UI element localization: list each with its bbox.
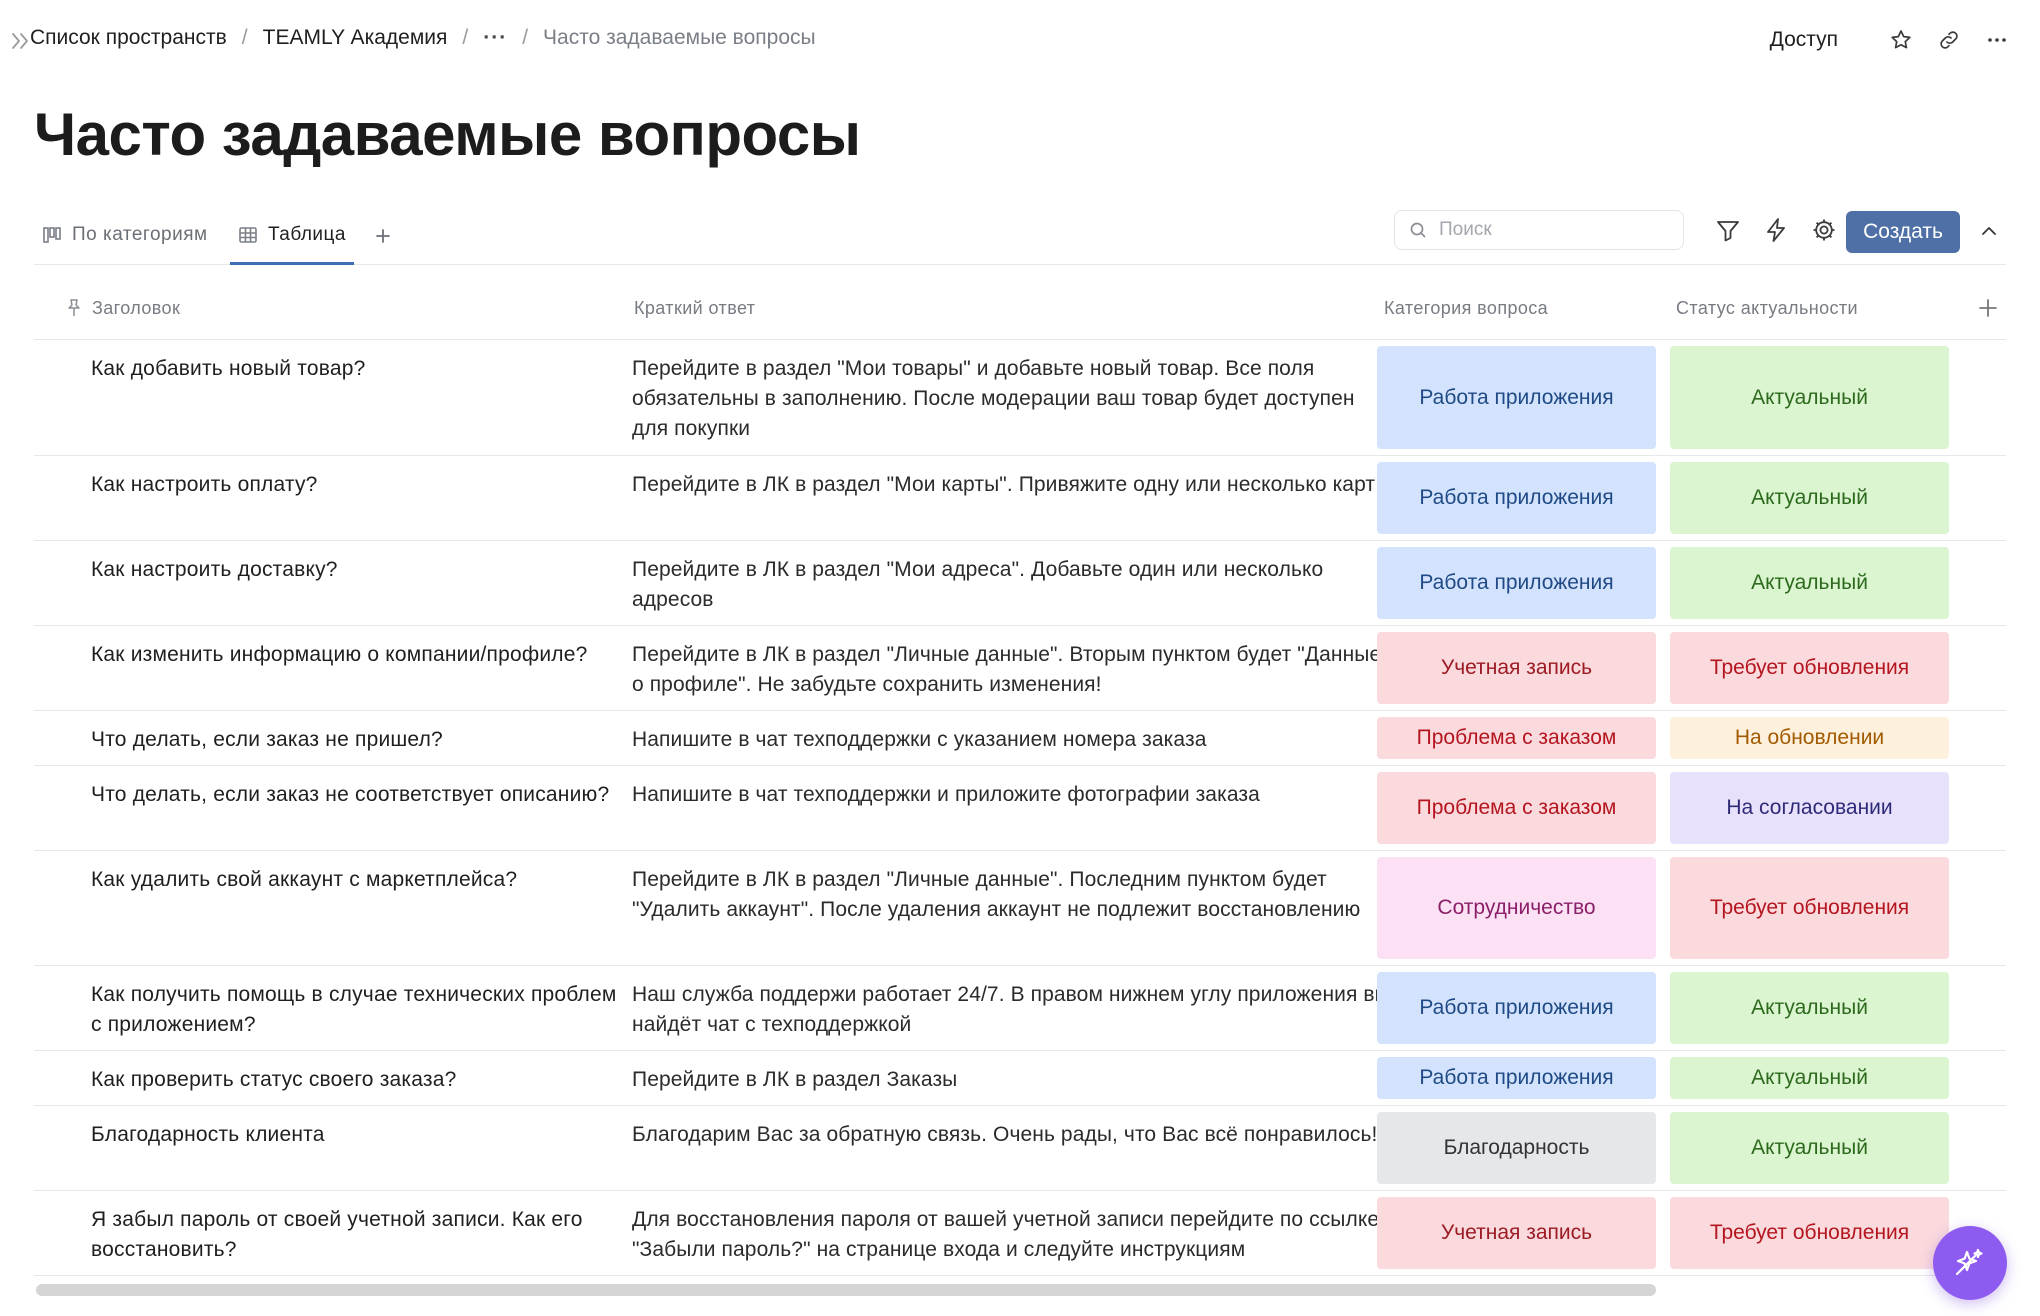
- table-row[interactable]: Как изменить информацию о компании/профи…: [34, 626, 2006, 711]
- status-tag[interactable]: Требует обновления: [1670, 1197, 1949, 1269]
- search-input[interactable]: [1437, 218, 1671, 242]
- row-answer: Напишите в чат техподдержки с указанием …: [632, 728, 1207, 751]
- category-tag[interactable]: Работа приложения: [1377, 346, 1656, 449]
- add-column-icon[interactable]: [1974, 294, 2002, 322]
- star-icon[interactable]: [1886, 25, 1916, 55]
- table-row[interactable]: Как проверить статус своего заказа? Пере…: [34, 1051, 2006, 1106]
- tab-by-categories[interactable]: По категориям: [42, 206, 208, 264]
- category-tag[interactable]: Работа приложения: [1377, 1057, 1656, 1099]
- row-title: Как удалить свой аккаунт с маркетплейса?: [91, 868, 518, 891]
- status-tag[interactable]: Актуальный: [1670, 1112, 1949, 1184]
- table-row[interactable]: Как получить помощь в случае технических…: [34, 966, 2006, 1051]
- category-tag[interactable]: Сотрудничество: [1377, 857, 1656, 959]
- table-row[interactable]: Как добавить новый товар? Перейдите в ра…: [34, 340, 2006, 456]
- table-row[interactable]: Как удалить свой аккаунт с маркетплейса?…: [34, 851, 2006, 966]
- row-answer: Перейдите в раздел "Мои товары" и добавь…: [632, 357, 1355, 440]
- table-header: Заголовок Краткий ответ Категория вопрос…: [34, 276, 2006, 340]
- row-answer: Напишите в чат техподдержки и приложите …: [632, 783, 1260, 806]
- column-header-status[interactable]: Статус актуальности: [1676, 298, 1858, 319]
- faq-table: Заголовок Краткий ответ Категория вопрос…: [34, 276, 2006, 1276]
- row-answer: Перейдите в ЛК в раздел "Личные данные".…: [632, 868, 1361, 921]
- column-header-title[interactable]: Заголовок: [92, 298, 180, 319]
- status-tag[interactable]: Требует обновления: [1670, 857, 1949, 959]
- row-answer: Наш служба поддержи работает 24/7. В пра…: [632, 983, 1390, 1036]
- row-title: Как добавить новый товар?: [91, 357, 366, 380]
- row-answer: Благодарим Вас за обратную связь. Очень …: [632, 1123, 1378, 1146]
- status-tag[interactable]: Требует обновления: [1670, 632, 1949, 704]
- row-title: Как настроить доставку?: [91, 558, 338, 581]
- category-tag[interactable]: Работа приложения: [1377, 972, 1656, 1044]
- table-row[interactable]: Благодарность клиента Благодарим Вас за …: [34, 1106, 2006, 1191]
- row-answer: Перейдите в ЛК в раздел "Мои карты". При…: [632, 473, 1376, 496]
- table-icon: [238, 225, 258, 245]
- table-row[interactable]: Что делать, если заказ не пришел? Напиши…: [34, 711, 2006, 766]
- tab-table[interactable]: Таблица: [230, 206, 354, 265]
- breadcrumb-separator: /: [241, 26, 248, 49]
- column-header-answer[interactable]: Краткий ответ: [634, 298, 755, 319]
- row-answer: Для восстановления пароля от вашей учетн…: [632, 1208, 1380, 1261]
- row-answer: Перейдите в ЛК в раздел Заказы: [632, 1068, 958, 1091]
- row-title: Как получить помощь в случае технических…: [91, 983, 617, 1036]
- table-row[interactable]: Как настроить оплату? Перейдите в ЛК в р…: [34, 456, 2006, 541]
- pin-icon: [66, 298, 82, 318]
- table-row[interactable]: Я забыл пароль от своей учетной записи. …: [34, 1191, 2006, 1276]
- table-row[interactable]: Что делать, если заказ не соответствует …: [34, 766, 2006, 851]
- breadcrumb-separator: /: [522, 26, 529, 49]
- tab-label: По категориям: [72, 224, 208, 245]
- top-bar: Список пространств / TEAMLY Академия / ·…: [0, 0, 2040, 80]
- row-title: Что делать, если заказ не соответствует …: [91, 783, 610, 806]
- page-title: Часто задаваемые вопросы: [34, 101, 861, 168]
- status-tag[interactable]: На обновлении: [1670, 717, 1949, 759]
- access-button[interactable]: Доступ: [1762, 22, 1846, 58]
- status-tag[interactable]: Актуальный: [1670, 462, 1949, 534]
- row-answer: Перейдите в ЛК в раздел "Личные данные".…: [632, 643, 1382, 696]
- breadcrumb-space[interactable]: TEAMLY Академия: [263, 26, 448, 50]
- breadcrumb-spaces-list[interactable]: Список пространств: [30, 26, 227, 50]
- filter-icon[interactable]: [1714, 216, 1742, 244]
- status-tag[interactable]: На согласовании: [1670, 772, 1949, 844]
- row-title: Как настроить оплату?: [91, 473, 318, 496]
- category-tag[interactable]: Проблема с заказом: [1377, 772, 1656, 844]
- breadcrumb-current: Часто задаваемые вопросы: [543, 26, 816, 49]
- row-answer: Перейдите в ЛК в раздел "Мои адреса". До…: [632, 558, 1324, 611]
- status-tag[interactable]: Актуальный: [1670, 1057, 1949, 1099]
- tab-label: Таблица: [268, 224, 346, 245]
- category-tag[interactable]: Благодарность: [1377, 1112, 1656, 1184]
- row-title: Как изменить информацию о компании/профи…: [91, 643, 588, 666]
- search-box[interactable]: [1394, 210, 1684, 250]
- category-tag[interactable]: Проблема с заказом: [1377, 717, 1656, 759]
- category-tag[interactable]: Работа приложения: [1377, 547, 1656, 619]
- search-icon: [1409, 221, 1427, 239]
- sparkles-icon[interactable]: [1933, 1226, 2007, 1300]
- category-tag[interactable]: Учетная запись: [1377, 632, 1656, 704]
- add-view-icon[interactable]: [370, 223, 396, 249]
- link-icon[interactable]: [1934, 25, 1964, 55]
- create-button[interactable]: Создать: [1846, 211, 1960, 253]
- breadcrumb: Список пространств / TEAMLY Академия / ·…: [30, 26, 816, 50]
- automation-icon[interactable]: [1762, 216, 1790, 244]
- row-title: Что делать, если заказ не пришел?: [91, 728, 443, 751]
- column-header-category[interactable]: Категория вопроса: [1384, 298, 1548, 319]
- settings-icon[interactable]: [1810, 216, 1838, 244]
- breadcrumb-more-icon[interactable]: ···: [483, 26, 507, 50]
- category-tag[interactable]: Работа приложения: [1377, 462, 1656, 534]
- kanban-icon: [42, 225, 62, 245]
- table-row[interactable]: Как настроить доставку? Перейдите в ЛК в…: [34, 541, 2006, 626]
- view-toolbar: По категориям Таблица Создать: [34, 206, 2006, 265]
- more-icon[interactable]: [1982, 25, 2012, 55]
- breadcrumb-separator: /: [462, 26, 469, 49]
- horizontal-scrollbar[interactable]: [36, 1284, 1656, 1296]
- row-title: Как проверить статус своего заказа?: [91, 1068, 457, 1091]
- category-tag[interactable]: Учетная запись: [1377, 1197, 1656, 1269]
- page-actions: Доступ: [1762, 22, 2012, 58]
- status-tag[interactable]: Актуальный: [1670, 346, 1949, 449]
- status-tag[interactable]: Актуальный: [1670, 547, 1949, 619]
- row-title: Благодарность клиента: [91, 1123, 325, 1146]
- row-title: Я забыл пароль от своей учетной записи. …: [91, 1208, 583, 1261]
- collapse-icon[interactable]: [1976, 218, 2002, 244]
- status-tag[interactable]: Актуальный: [1670, 972, 1949, 1044]
